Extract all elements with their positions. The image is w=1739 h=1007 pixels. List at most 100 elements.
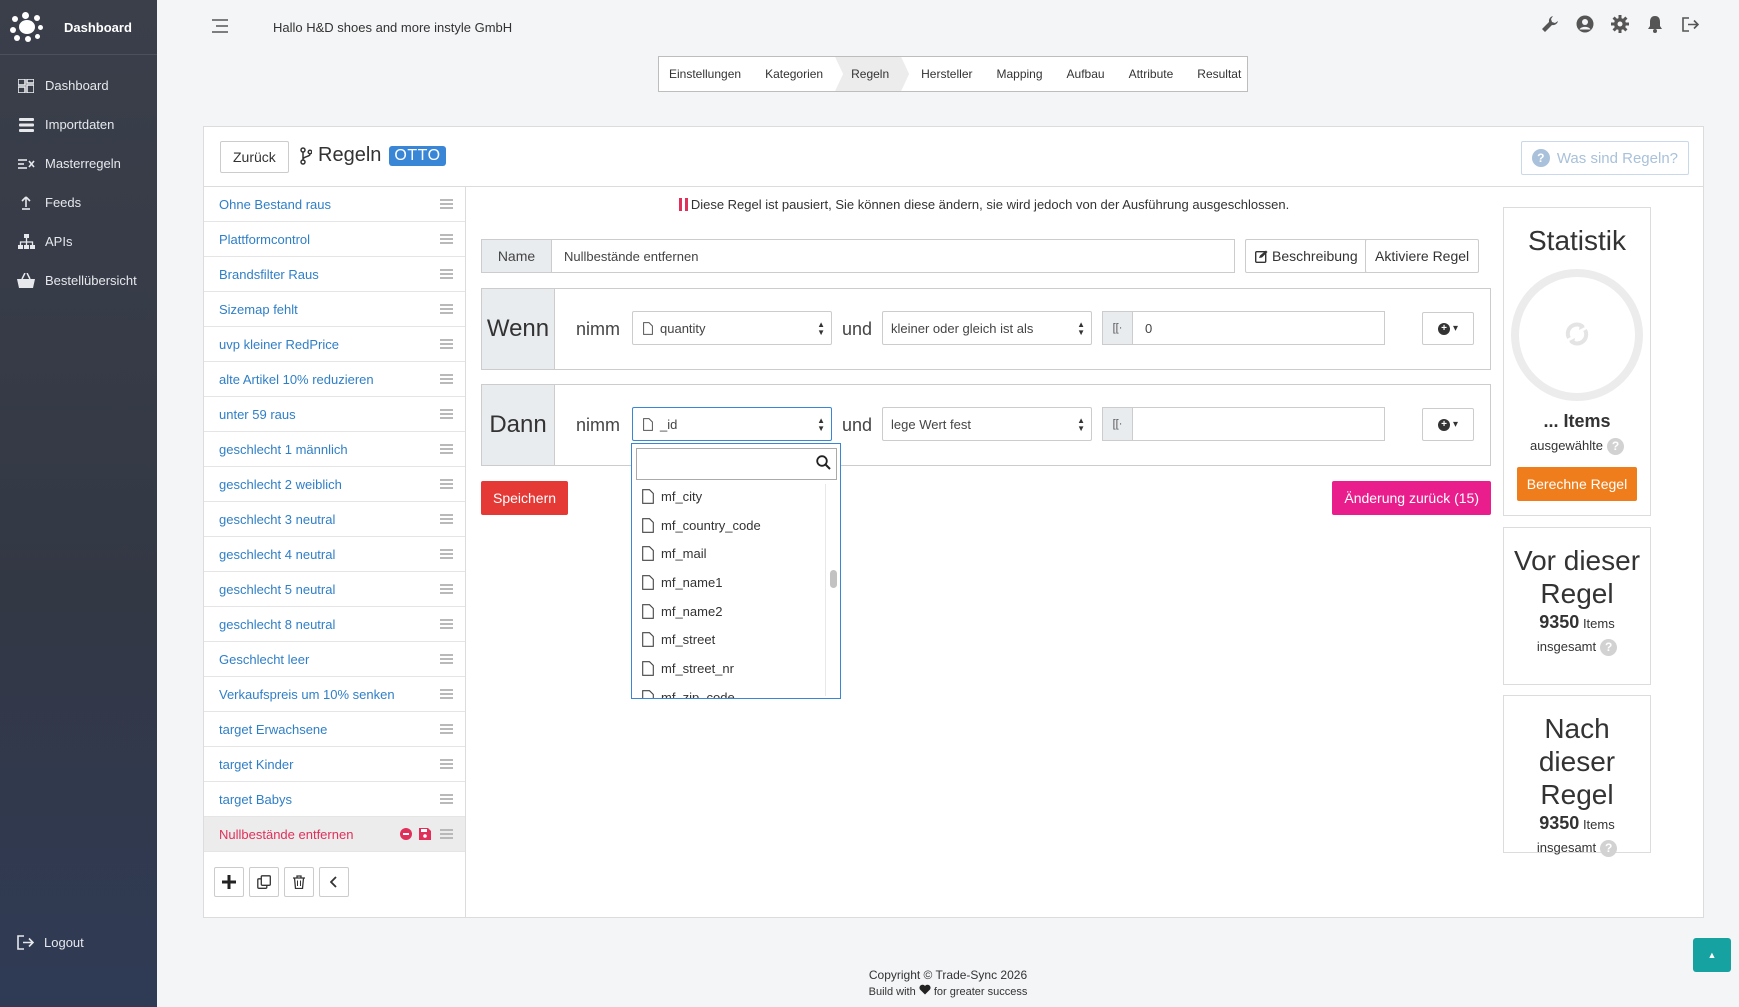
logout-icon[interactable] [1681, 15, 1699, 33]
tab-hersteller[interactable]: Hersteller [909, 57, 984, 91]
collapse-button[interactable] [319, 867, 349, 897]
list-item[interactable]: Sizemap fehlt [204, 292, 465, 327]
input-mode-icon[interactable]: [[· [1103, 408, 1133, 440]
sidebar-item-dashboard[interactable]: Dashboard [0, 66, 157, 105]
dropdown-option[interactable]: mf_name2 [632, 597, 822, 626]
tab-einstellungen[interactable]: Einstellungen [669, 57, 753, 91]
drag-handle-icon[interactable] [440, 374, 453, 384]
back-button[interactable]: Zurück [220, 141, 289, 173]
drag-handle-icon[interactable] [440, 689, 453, 699]
list-item[interactable]: alte Artikel 10% reduzieren [204, 362, 465, 397]
delete-rule-button[interactable] [284, 867, 314, 897]
help-icon[interactable]: ? [1600, 639, 1618, 657]
tab-attribute[interactable]: Attribute [1117, 57, 1186, 91]
then-options-button[interactable]: + ▾ [1422, 408, 1474, 441]
list-item[interactable]: Brandsfilter Raus [204, 257, 465, 292]
list-item-active[interactable]: Nullbestände entfernen [204, 817, 465, 852]
bell-icon[interactable] [1646, 15, 1664, 33]
list-item[interactable]: geschlecht 1 männlich [204, 432, 465, 467]
list-item[interactable]: geschlecht 8 neutral [204, 607, 465, 642]
dropdown-scrollbar[interactable] [825, 484, 839, 696]
drag-handle-icon[interactable] [440, 514, 453, 524]
tab-mapping[interactable]: Mapping [985, 57, 1055, 91]
drag-handle-icon[interactable] [440, 339, 453, 349]
dropdown-option[interactable]: mf_city [632, 482, 822, 511]
drag-handle-icon[interactable] [440, 234, 453, 244]
list-item[interactable]: Verkaufspreis um 10% senken [204, 677, 465, 712]
user-icon[interactable] [1576, 15, 1594, 33]
drag-handle-icon[interactable] [440, 479, 453, 489]
scrollbar-thumb[interactable] [830, 570, 837, 588]
list-item[interactable]: geschlecht 2 weiblich [204, 467, 465, 502]
drag-handle-icon[interactable] [440, 619, 453, 629]
plus-circle-icon: + [1437, 322, 1450, 335]
drag-handle-icon[interactable] [440, 759, 453, 769]
drag-handle-icon[interactable] [440, 794, 453, 804]
sidebar-item-feeds[interactable]: Feeds [0, 183, 157, 222]
dropdown-option[interactable]: mf_street [632, 625, 822, 654]
drag-handle-icon[interactable] [440, 199, 453, 209]
save-button[interactable]: Speichern [481, 481, 569, 515]
list-item[interactable]: Ohne Bestand raus [204, 187, 465, 222]
dropdown-option[interactable]: mf_name1 [632, 568, 822, 597]
then-operator-select[interactable]: lege Wert fest ▲ ▼ [882, 407, 1092, 441]
when-field-select[interactable]: quantity ▲ ▼ [632, 311, 832, 345]
then-value-input[interactable]: [[· [1102, 407, 1385, 441]
name-input[interactable]: Nullbestände entfernen [552, 240, 1234, 272]
revert-changes-button[interactable]: Änderung zurück (15) [1332, 481, 1491, 515]
dropdown-search-input[interactable] [636, 448, 837, 480]
gear-icon[interactable] [1611, 15, 1629, 33]
list-item[interactable]: geschlecht 4 neutral [204, 537, 465, 572]
activate-rule-button[interactable]: Aktiviere Regel [1365, 239, 1480, 273]
help-icon[interactable]: ? [1607, 438, 1624, 456]
drag-handle-icon[interactable] [440, 269, 453, 279]
tab-regeln[interactable]: Regeln [835, 57, 909, 91]
drag-handle-icon[interactable] [440, 654, 453, 664]
drag-handle-icon[interactable] [440, 829, 453, 839]
drag-handle-icon[interactable] [440, 409, 453, 419]
dropdown-option[interactable]: mf_mail [632, 539, 822, 568]
save-icon[interactable] [419, 828, 431, 843]
list-item[interactable]: Plattformcontrol [204, 222, 465, 257]
wrench-icon[interactable] [1541, 15, 1559, 33]
description-button[interactable]: Beschreibung [1245, 239, 1368, 273]
sidebar-item-masterregeln[interactable]: Masterregeln [0, 144, 157, 183]
list-item[interactable]: geschlecht 3 neutral [204, 502, 465, 537]
add-rule-button[interactable] [214, 867, 244, 897]
drag-handle-icon[interactable] [440, 444, 453, 454]
list-item[interactable]: target Babys [204, 782, 465, 817]
scroll-to-top-button[interactable]: ▲ [1693, 938, 1731, 972]
list-item[interactable]: Geschlecht leer [204, 642, 465, 677]
dropdown-option[interactable]: mf_street_nr [632, 654, 822, 683]
input-mode-icon[interactable]: [[· [1103, 312, 1133, 344]
drag-handle-icon[interactable] [440, 584, 453, 594]
brand[interactable]: Dashboard [0, 0, 157, 55]
calculate-rule-button[interactable]: Berechne Regel [1516, 467, 1638, 502]
help-icon[interactable]: ? [1600, 840, 1618, 858]
list-item[interactable]: unter 59 raus [204, 397, 465, 432]
list-item[interactable]: geschlecht 5 neutral [204, 572, 465, 607]
sidebar-item-importdaten[interactable]: Importdaten [0, 105, 157, 144]
when-operator-select[interactable]: kleiner oder gleich ist als ▲ ▼ [882, 311, 1092, 345]
sidebar-item-bestelluebersicht[interactable]: Bestellübersicht [0, 261, 157, 300]
drag-handle-icon[interactable] [440, 549, 453, 559]
drag-handle-icon[interactable] [440, 304, 453, 314]
tab-resultat[interactable]: Resultat [1185, 57, 1253, 91]
when-value-input[interactable]: [[· 0 [1102, 311, 1385, 345]
pause-circle-icon[interactable] [400, 828, 412, 843]
copy-rule-button[interactable] [249, 867, 279, 897]
list-item[interactable]: target Erwachsene [204, 712, 465, 747]
dropdown-option[interactable]: mf_zip_code [632, 683, 822, 698]
tab-kategorien[interactable]: Kategorien [753, 57, 835, 91]
logout-link[interactable]: Logout [17, 935, 84, 950]
menu-toggle-icon[interactable] [210, 18, 230, 38]
when-options-button[interactable]: + ▾ [1422, 312, 1474, 345]
tab-aufbau[interactable]: Aufbau [1055, 57, 1117, 91]
sidebar-item-apis[interactable]: APIs [0, 222, 157, 261]
dropdown-option[interactable]: mf_country_code [632, 511, 822, 540]
list-item[interactable]: target Kinder [204, 747, 465, 782]
list-item[interactable]: uvp kleiner RedPrice [204, 327, 465, 362]
drag-handle-icon[interactable] [440, 724, 453, 734]
help-button[interactable]: ? Was sind Regeln? [1520, 141, 1689, 175]
then-field-select[interactable]: _id ▲ ▼ [632, 407, 832, 441]
